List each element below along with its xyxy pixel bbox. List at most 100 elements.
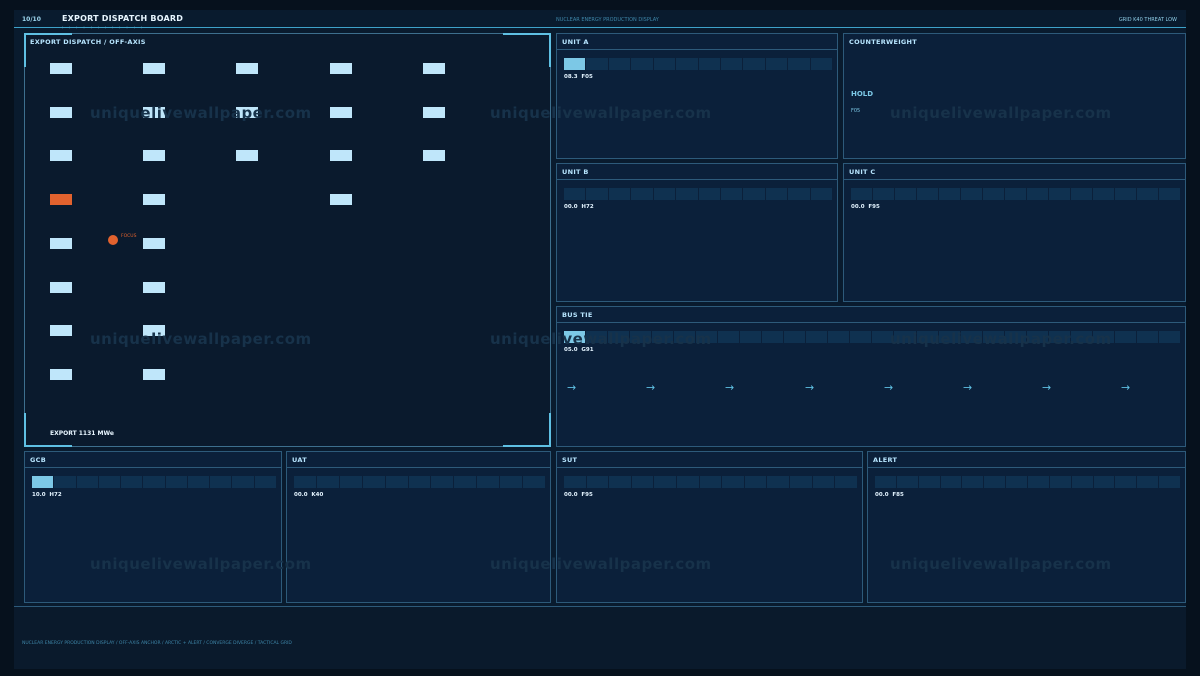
unit-a-panel[interactable]: UNIT A 08.3 F05 xyxy=(556,33,838,159)
level-segment xyxy=(609,476,631,488)
level-segment xyxy=(784,331,806,343)
level-segment xyxy=(362,476,385,488)
dispatch-cell[interactable] xyxy=(236,107,258,118)
level-segment xyxy=(810,58,833,70)
dispatch-cell[interactable] xyxy=(423,63,445,74)
dispatch-cell[interactable] xyxy=(330,150,352,161)
level-segment xyxy=(1159,188,1180,200)
level-segment xyxy=(316,476,339,488)
level-segment xyxy=(121,476,143,488)
panel-title: GCB xyxy=(30,456,46,464)
dispatch-cell[interactable] xyxy=(143,194,165,205)
uat-panel[interactable]: UAT 00.0 K40 xyxy=(286,451,551,603)
level-segment xyxy=(790,476,812,488)
dispatch-cell[interactable] xyxy=(143,325,165,336)
unit-readout: 00.0 H72 xyxy=(564,204,594,210)
level-segment xyxy=(608,58,631,70)
footer-bar: NUCLEAR ENERGY PRODUCTION DISPLAY / OFF-… xyxy=(14,606,1186,669)
level-segment xyxy=(1114,331,1136,343)
alert-panel[interactable]: ALERT 00.0 F85 xyxy=(867,451,1186,603)
level-segment xyxy=(1115,188,1136,200)
level-segment xyxy=(454,476,477,488)
unit-b-panel[interactable]: UNIT B 00.0 H72 xyxy=(556,163,838,302)
dispatch-cell[interactable] xyxy=(50,150,72,161)
dispatch-cell[interactable] xyxy=(143,369,165,380)
flow-arrow-icon: → xyxy=(1042,381,1052,394)
dispatch-cell[interactable] xyxy=(50,107,72,118)
dispatch-cell[interactable] xyxy=(50,282,72,293)
level-segment xyxy=(917,188,938,200)
dispatch-cell[interactable] xyxy=(236,63,258,74)
level-segment xyxy=(1048,331,1070,343)
level-segment xyxy=(631,476,654,488)
level-segment xyxy=(674,331,696,343)
level-segment xyxy=(699,476,722,488)
unit-c-panel[interactable]: UNIT C 00.0 F95 xyxy=(843,163,1186,302)
level-segment xyxy=(938,331,960,343)
panel-title: UNIT A xyxy=(562,38,589,46)
level-segment xyxy=(1137,188,1158,200)
level-segment xyxy=(720,58,743,70)
level-segment xyxy=(1071,476,1093,488)
level-segment xyxy=(1005,188,1026,200)
dispatch-cell[interactable] xyxy=(50,238,72,249)
level-segment xyxy=(54,476,76,488)
dispatch-cell[interactable] xyxy=(423,150,445,161)
dispatch-cell[interactable] xyxy=(330,63,352,74)
level-segment xyxy=(762,331,784,343)
dispatch-cell[interactable] xyxy=(143,282,165,293)
footer-caption: NUCLEAR ENERGY PRODUCTION DISPLAY / OFF-… xyxy=(22,641,292,646)
level-segment xyxy=(1006,476,1028,488)
dispatch-cell[interactable] xyxy=(330,194,352,205)
dispatch-cell[interactable] xyxy=(143,63,165,74)
level-segment xyxy=(254,476,276,488)
level-segment xyxy=(718,331,740,343)
flow-arrows: → → → → → → → → xyxy=(567,382,1175,394)
level-segment xyxy=(1004,331,1026,343)
level-segment xyxy=(586,476,609,488)
grid-status: GRID K40 THREAT LOW xyxy=(1118,17,1177,23)
dispatch-cell-alert[interactable] xyxy=(50,194,72,205)
level-segment xyxy=(564,331,586,343)
level-segment xyxy=(76,476,98,488)
level-segment xyxy=(722,476,744,488)
dispatch-cell[interactable] xyxy=(143,238,165,249)
dispatch-cell[interactable] xyxy=(50,325,72,336)
level-segment xyxy=(1071,188,1092,200)
level-bar xyxy=(32,476,276,488)
counterweight-panel[interactable]: COUNTERWEIGHT HOLD F05 xyxy=(843,33,1186,159)
level-segment xyxy=(32,476,54,488)
level-segment xyxy=(408,476,431,488)
level-segment xyxy=(982,331,1004,343)
level-segment xyxy=(835,476,857,488)
gcb-panel[interactable]: GCB 10.0 H72 xyxy=(24,451,282,603)
level-segment xyxy=(477,476,500,488)
flow-arrow-icon: → xyxy=(805,381,815,394)
level-bar xyxy=(564,476,857,488)
dispatch-cell[interactable] xyxy=(143,150,165,161)
level-segment xyxy=(894,331,916,343)
level-segment xyxy=(698,58,720,70)
corner-bracket xyxy=(24,33,72,67)
dispatch-cell[interactable] xyxy=(50,63,72,74)
level-segment xyxy=(916,331,938,343)
dispatch-cell[interactable] xyxy=(236,150,258,161)
level-segment xyxy=(1028,476,1049,488)
bus-tie-panel[interactable]: BUS TIE 05.0 G91 → → → → → → → → xyxy=(556,306,1186,447)
sut-panel[interactable]: SUT 00.0 F95 xyxy=(556,451,863,603)
dispatch-cell[interactable] xyxy=(330,107,352,118)
unit-readout: 00.0 F95 xyxy=(564,492,593,498)
level-segment xyxy=(1115,476,1137,488)
title-ticks: | | | | | | | | | | | | xyxy=(62,25,145,29)
level-segment xyxy=(961,188,982,200)
level-segment xyxy=(652,331,674,343)
level-segment xyxy=(895,188,916,200)
focus-marker[interactable] xyxy=(108,235,118,245)
dispatch-cell[interactable] xyxy=(50,369,72,380)
dispatch-cell[interactable] xyxy=(423,107,445,118)
level-segment xyxy=(743,58,765,70)
unit-readout: 05.0 G91 xyxy=(564,347,594,353)
level-segment xyxy=(1026,331,1048,343)
level-segment xyxy=(850,331,872,343)
dispatch-cell[interactable] xyxy=(143,107,165,118)
